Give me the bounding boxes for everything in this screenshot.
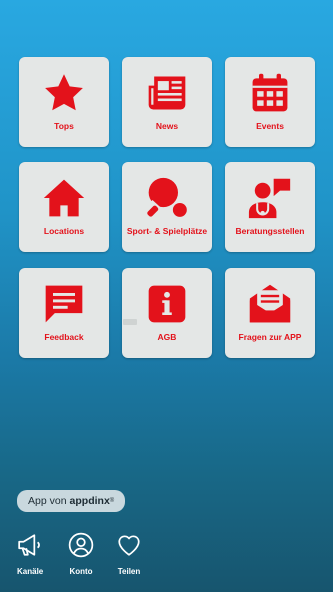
credit-brand: appdinx	[69, 495, 110, 507]
nav-label: Konto	[69, 567, 93, 576]
star-icon	[41, 70, 87, 116]
feedback-message-icon	[41, 281, 87, 327]
tile-label: Beratungsstellen	[235, 226, 305, 236]
table-tennis-icon	[144, 175, 190, 221]
tile-label: Tops	[54, 121, 74, 131]
nav-label: Teilen	[117, 567, 141, 576]
tile-label: Fragen zur APP	[238, 332, 302, 342]
nav-konto[interactable]: Konto	[68, 532, 94, 576]
tile-fragen-zur-app[interactable]: Fragen zur APP	[225, 268, 315, 358]
tile-label: Locations	[43, 226, 85, 236]
tile-agb[interactable]: AGB	[122, 268, 212, 358]
tile-tops[interactable]: Tops	[19, 57, 109, 147]
heart-icon	[116, 532, 142, 563]
tile-label: Sport- & Spielplätze	[126, 226, 208, 236]
nav-label: Kanäle	[17, 567, 44, 576]
info-icon	[144, 281, 190, 327]
tile-feedback[interactable]: Feedback	[19, 268, 109, 358]
calendar-icon	[247, 70, 293, 116]
tile-label: AGB	[157, 332, 177, 342]
tile-locations[interactable]: Locations	[19, 162, 109, 252]
tile-events[interactable]: Events	[225, 57, 315, 147]
tile-sport-spielplaetze[interactable]: Sport- & Spielplätze	[122, 162, 212, 252]
doctor-chat-icon	[247, 175, 293, 221]
credit-prefix: App von	[28, 495, 67, 507]
app-credit-badge[interactable]: App von appdinx ®	[17, 490, 126, 512]
decorative-mark	[123, 319, 137, 325]
tile-beratungsstellen[interactable]: Beratungsstellen	[225, 162, 315, 252]
mail-envelope-icon	[247, 281, 293, 327]
tile-news[interactable]: News	[122, 57, 212, 147]
registered-mark: ®	[109, 498, 115, 504]
nav-teilen[interactable]: Teilen	[116, 532, 142, 576]
tile-label: Feedback	[44, 332, 84, 342]
tile-label: News	[155, 121, 179, 131]
home-icon	[41, 175, 87, 221]
user-circle-icon	[68, 532, 94, 563]
nav-kanaele[interactable]: Kanäle	[17, 532, 43, 576]
megaphone-icon	[17, 532, 43, 563]
tile-grid: Tops News Events Locations Sport- & Spie…	[0, 0, 333, 370]
tile-label: Events	[256, 121, 284, 131]
newspaper-icon	[144, 70, 190, 116]
